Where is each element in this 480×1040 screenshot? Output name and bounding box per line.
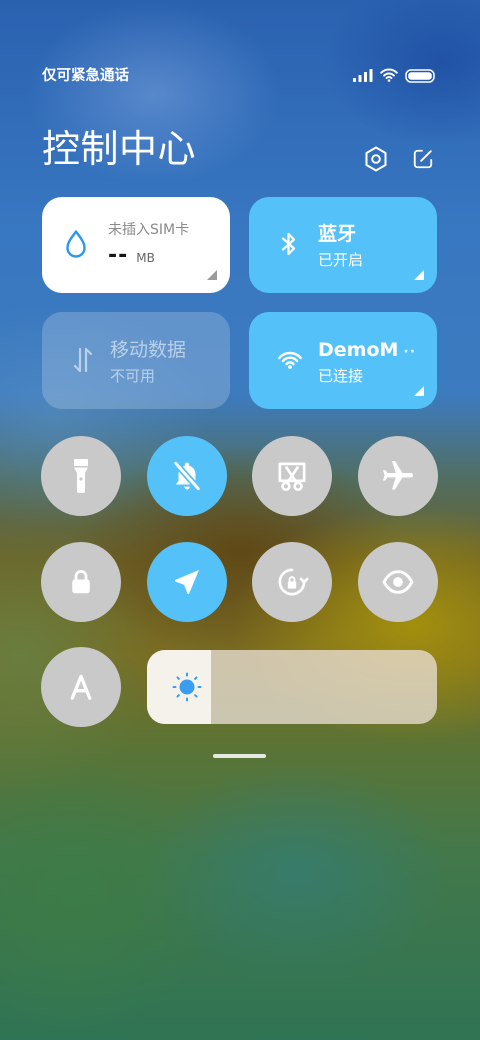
- battery-icon: [405, 69, 435, 83]
- location-icon: [171, 566, 203, 598]
- expand-corner-icon[interactable]: [414, 386, 424, 396]
- mobile-data-title: 移动数据: [110, 339, 187, 361]
- screenshot-toggle[interactable]: [252, 436, 332, 516]
- expand-corner-icon[interactable]: [414, 270, 424, 280]
- mobile-data-icon: [72, 346, 94, 374]
- data-usage-unit: MB: [136, 251, 155, 265]
- wifi-tile[interactable]: DemoM ·· 已连接: [249, 312, 437, 409]
- data-usage-amount: --: [108, 243, 129, 268]
- screen-lock-icon: [66, 567, 96, 597]
- sim-status-label: 未插入SIM卡: [108, 222, 190, 238]
- airplane-mode-toggle[interactable]: [358, 436, 438, 516]
- wifi-ssid-overflow: ··: [403, 344, 417, 360]
- airplane-mode-icon: [380, 458, 416, 494]
- signal-icon: [353, 69, 373, 82]
- carrier-text: 仅可紧急通话: [42, 68, 129, 84]
- mute-icon: [170, 459, 204, 493]
- data-usage-tile[interactable]: 未插入SIM卡 -- MB: [42, 197, 230, 293]
- rotation-lock-icon: [275, 565, 309, 599]
- auto-brightness-icon: [66, 672, 96, 702]
- flashlight-toggle[interactable]: [41, 436, 121, 516]
- mobile-data-status: 不可用: [110, 367, 156, 385]
- bluetooth-tile[interactable]: 蓝牙 已开启: [249, 197, 437, 293]
- mobile-data-tile[interactable]: 移动数据 不可用: [42, 312, 230, 409]
- screenshot-icon: [275, 459, 309, 493]
- water-drop-icon: [64, 229, 88, 259]
- sun-icon: [171, 671, 203, 703]
- flashlight-icon: [71, 458, 91, 494]
- wifi-network-name: DemoM ··: [318, 338, 416, 364]
- bluetooth-title: 蓝牙: [318, 223, 357, 245]
- location-toggle[interactable]: [147, 542, 227, 622]
- wifi-icon: [275, 349, 305, 371]
- drag-handle[interactable]: [213, 754, 266, 758]
- auto-brightness-toggle[interactable]: [41, 647, 121, 727]
- mute-toggle[interactable]: [147, 436, 227, 516]
- page-title: 控制中心: [42, 127, 197, 171]
- bluetooth-icon: [281, 231, 297, 257]
- settings-icon[interactable]: [364, 146, 388, 172]
- reading-mode-toggle[interactable]: [358, 542, 438, 622]
- wifi-status: 已连接: [318, 367, 364, 385]
- edit-icon[interactable]: [412, 148, 434, 170]
- brightness-slider[interactable]: [147, 650, 437, 724]
- data-usage-value: -- MB: [108, 243, 155, 269]
- bluetooth-status: 已开启: [318, 251, 364, 269]
- wifi-ssid: DemoM: [318, 339, 399, 361]
- expand-corner-icon[interactable]: [207, 270, 217, 280]
- reading-mode-icon: [381, 565, 415, 599]
- screen-lock-toggle[interactable]: [41, 542, 121, 622]
- rotation-lock-toggle[interactable]: [252, 542, 332, 622]
- wifi-icon: [379, 67, 399, 82]
